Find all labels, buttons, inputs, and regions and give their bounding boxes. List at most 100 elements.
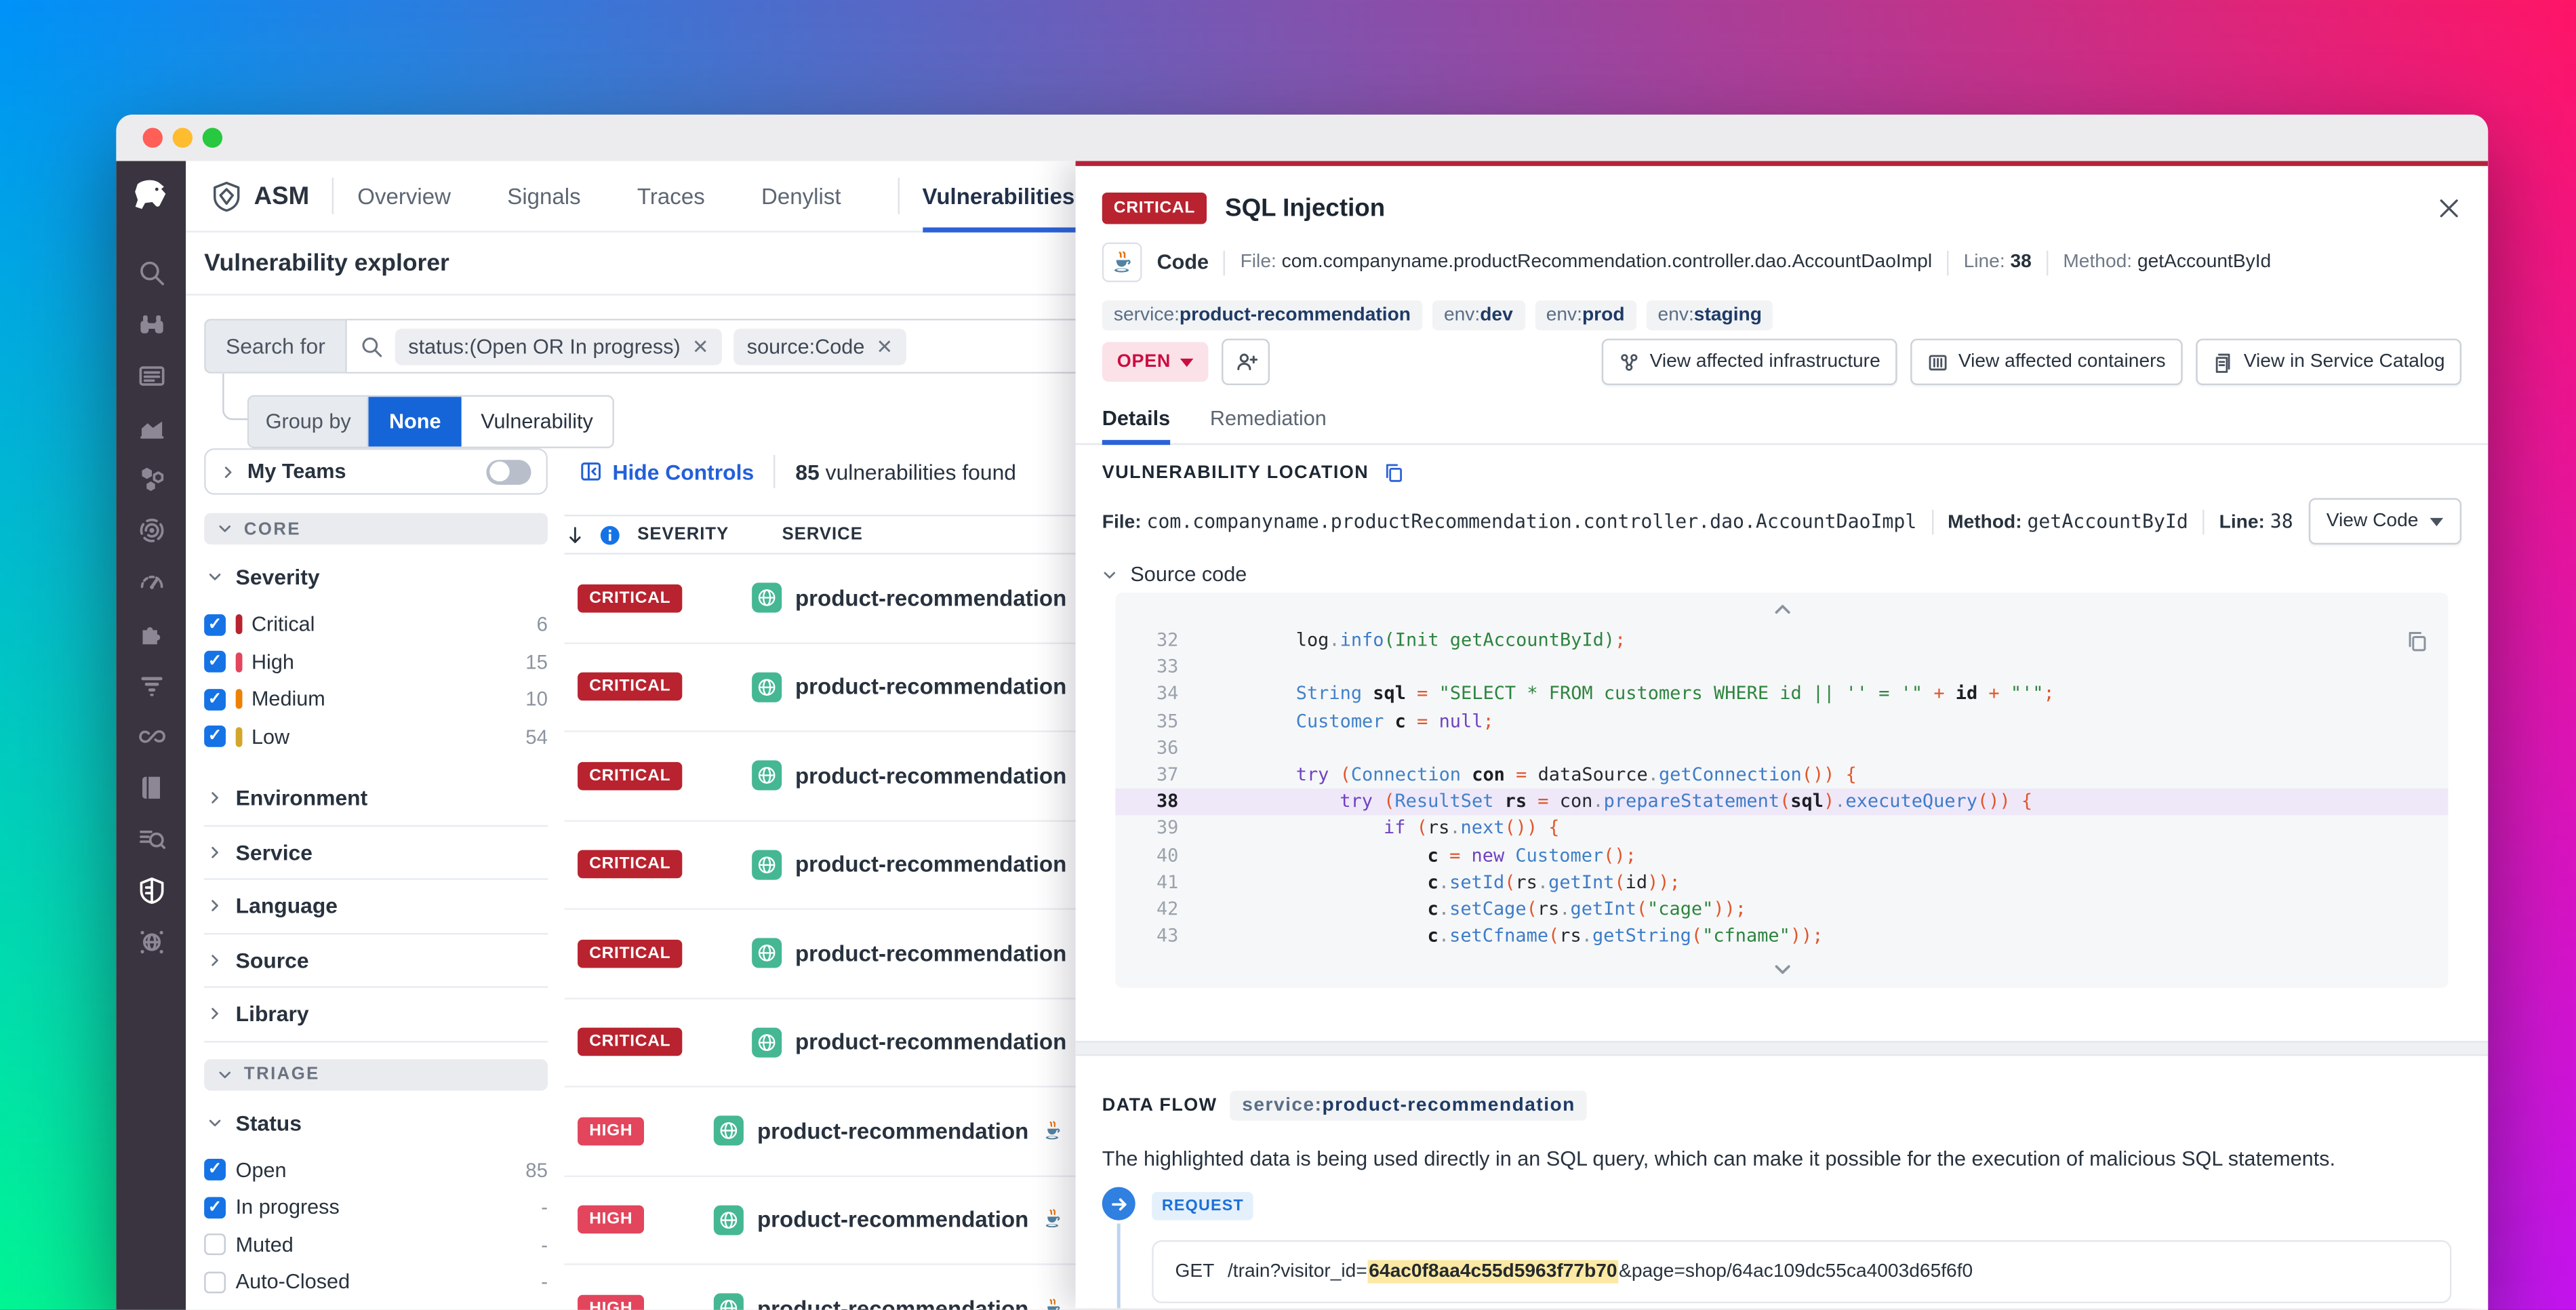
search-filter-pill[interactable]: status:(Open OR In progress)✕ bbox=[395, 328, 722, 365]
tag-pill[interactable]: env:prod bbox=[1535, 300, 1636, 330]
view-in-service-catalog-button[interactable]: View in Service Catalog bbox=[2196, 338, 2461, 385]
panel-tab-details[interactable]: Details bbox=[1102, 407, 1170, 443]
checkbox[interactable]: ✓ bbox=[204, 651, 226, 673]
service-name[interactable]: product-recommendation bbox=[795, 675, 1066, 700]
rail-security-icon[interactable] bbox=[137, 877, 165, 905]
hide-controls-link[interactable]: Hide Controls bbox=[580, 459, 754, 484]
service-name[interactable]: product-recommendation bbox=[795, 1030, 1066, 1055]
chevron-right-icon bbox=[207, 898, 222, 913]
tag-pill[interactable]: env:dev bbox=[1432, 300, 1525, 330]
results-count: 85 vulnerabilities found bbox=[795, 459, 1016, 484]
rail-network-icon[interactable] bbox=[137, 928, 165, 957]
chevron-down-icon bbox=[218, 521, 233, 536]
facet-item-critical[interactable]: ✓Critical6 bbox=[204, 606, 548, 643]
assign-user-button[interactable] bbox=[1222, 338, 1270, 385]
facet-severity-header[interactable]: Severity bbox=[207, 564, 548, 589]
rail-infrastructure-icon[interactable] bbox=[137, 465, 165, 494]
facet-item-auto-closed[interactable]: Auto-Closed- bbox=[204, 1263, 548, 1301]
rail-performance-icon[interactable] bbox=[137, 568, 165, 596]
chevron-down-icon bbox=[1102, 567, 1117, 582]
rail-log-explorer-icon[interactable] bbox=[137, 825, 165, 854]
java-icon bbox=[1042, 1298, 1064, 1310]
close-icon[interactable] bbox=[2436, 195, 2461, 220]
panel-tab-remediation[interactable]: Remediation bbox=[1210, 407, 1327, 443]
tab-vulnerabilities[interactable]: Vulnerabilities bbox=[923, 161, 1075, 231]
facet-language-header[interactable]: Language bbox=[204, 878, 548, 932]
my-teams-filter[interactable]: My Teams bbox=[204, 448, 548, 495]
facet-item-in-progress[interactable]: ✓In progress- bbox=[204, 1189, 548, 1226]
rail-logs-icon[interactable] bbox=[137, 671, 165, 699]
facet-environment-header[interactable]: Environment bbox=[204, 772, 548, 825]
tab-denylist[interactable]: Denylist bbox=[761, 161, 841, 231]
tainted-input-highlight: 64ac0f8aa4c55d5963f77b70 bbox=[1367, 1260, 1619, 1283]
minimize-window-button[interactable] bbox=[173, 128, 193, 148]
facet-source-header[interactable]: Source bbox=[204, 932, 548, 987]
facet-library-header[interactable]: Library bbox=[204, 986, 548, 1040]
service-name[interactable]: product-recommendation bbox=[757, 1296, 1028, 1310]
checkbox[interactable]: ✓ bbox=[204, 688, 226, 710]
facet-item-low[interactable]: ✓Low54 bbox=[204, 718, 548, 755]
service-name[interactable]: product-recommendation bbox=[795, 852, 1066, 877]
rail-apm-icon[interactable] bbox=[137, 516, 165, 544]
service-name[interactable]: product-recommendation bbox=[795, 586, 1066, 611]
service-name[interactable]: product-recommendation bbox=[757, 1208, 1028, 1233]
tag-pill[interactable]: env:staging bbox=[1646, 300, 1773, 330]
facet-item-muted[interactable]: Muted- bbox=[204, 1226, 548, 1263]
severity-badge: CRITICAL bbox=[578, 761, 682, 790]
rail-notebooks-icon[interactable] bbox=[137, 774, 165, 802]
service-globe-icon bbox=[714, 1294, 744, 1310]
rail-integrations-icon[interactable] bbox=[137, 619, 165, 648]
service-tag[interactable]: service:product-recommendation bbox=[1230, 1091, 1587, 1121]
search-filter-pill[interactable]: source:Code✕ bbox=[733, 328, 906, 365]
close-window-button[interactable] bbox=[143, 128, 163, 148]
facet-status-header[interactable]: Status bbox=[207, 1110, 548, 1135]
checkbox[interactable]: ✓ bbox=[204, 614, 226, 635]
rail-search-icon[interactable] bbox=[137, 259, 165, 287]
service-name[interactable]: product-recommendation bbox=[795, 941, 1066, 966]
copy-icon[interactable] bbox=[2405, 629, 2428, 652]
checkbox[interactable] bbox=[204, 1271, 226, 1293]
tab-traces[interactable]: Traces bbox=[637, 161, 705, 231]
source-code-toggle[interactable]: Source code bbox=[1102, 563, 1247, 586]
copy-icon[interactable] bbox=[1382, 462, 1404, 483]
group-by-option-none[interactable]: None bbox=[369, 397, 461, 446]
facet-item-open[interactable]: ✓Open85 bbox=[204, 1151, 548, 1189]
scroll-down-icon[interactable] bbox=[1115, 959, 2448, 979]
rail-metrics-icon[interactable] bbox=[137, 414, 165, 442]
facet-group-core[interactable]: CORE bbox=[204, 513, 548, 545]
zoom-window-button[interactable] bbox=[203, 128, 222, 148]
group-by-option-vulnerability[interactable]: Vulnerability bbox=[461, 397, 613, 446]
facet-item-medium[interactable]: ✓Medium10 bbox=[204, 681, 548, 718]
code-line-36: 36 bbox=[1115, 735, 2448, 762]
rail-ci-pipelines-icon[interactable] bbox=[137, 722, 165, 751]
info-icon[interactable] bbox=[599, 523, 621, 545]
checkbox[interactable]: ✓ bbox=[204, 1197, 226, 1218]
datadog-logo-icon[interactable] bbox=[129, 176, 173, 220]
tab-signals[interactable]: Signals bbox=[507, 161, 580, 231]
facet-group-triage[interactable]: TRIAGE bbox=[204, 1058, 548, 1090]
window-titlebar[interactable] bbox=[116, 115, 2488, 163]
checkbox[interactable]: ✓ bbox=[204, 1159, 226, 1181]
status-dropdown[interactable]: OPEN bbox=[1102, 342, 1209, 382]
rail-dashboards-icon[interactable] bbox=[137, 362, 165, 391]
view-code-button[interactable]: View Code bbox=[2308, 498, 2461, 545]
app-title: ASM bbox=[254, 182, 310, 210]
remove-filter-icon[interactable]: ✕ bbox=[876, 334, 893, 357]
service-name[interactable]: product-recommendation bbox=[795, 763, 1066, 789]
code-line-38: 38try (ResultSet rs = con.prepareStateme… bbox=[1115, 789, 2448, 816]
checkbox[interactable] bbox=[204, 1234, 226, 1256]
tab-overview[interactable]: Overview bbox=[357, 161, 451, 231]
view-affected-containers-button[interactable]: View affected containers bbox=[1910, 338, 2182, 385]
view-affected-infrastructure-button[interactable]: View affected infrastructure bbox=[1602, 338, 1897, 385]
remove-filter-icon[interactable]: ✕ bbox=[692, 334, 709, 357]
facet-service-header[interactable]: Service bbox=[204, 825, 548, 879]
sort-descending-icon[interactable] bbox=[564, 523, 586, 545]
chevron-right-icon bbox=[221, 464, 236, 479]
my-teams-toggle[interactable] bbox=[486, 459, 531, 484]
service-name[interactable]: product-recommendation bbox=[757, 1119, 1028, 1144]
checkbox[interactable]: ✓ bbox=[204, 726, 226, 748]
rail-binoculars-icon[interactable] bbox=[137, 311, 165, 339]
scroll-up-icon[interactable] bbox=[1115, 599, 2448, 619]
facet-item-high[interactable]: ✓High15 bbox=[204, 643, 548, 681]
tag-pill[interactable]: service:product-recommendation bbox=[1102, 300, 1422, 330]
